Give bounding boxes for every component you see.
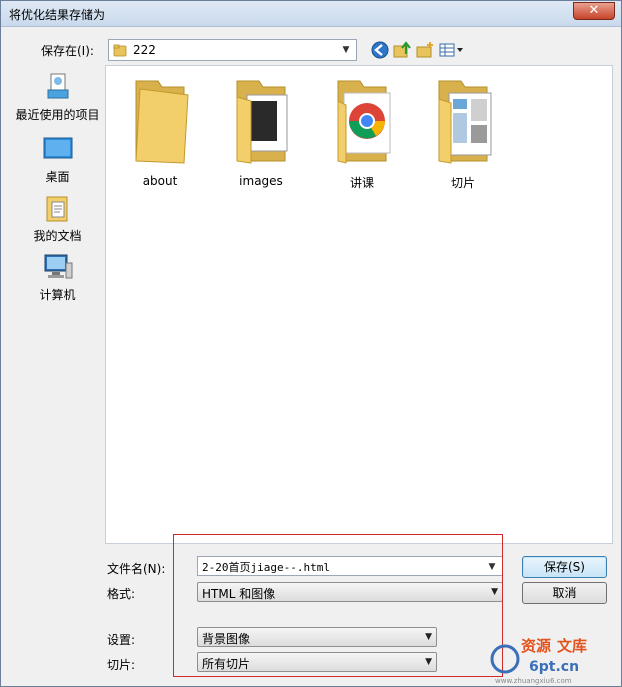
new-folder-icon (416, 42, 433, 58)
place-label: 我的文档 (33, 229, 82, 243)
file-item-images[interactable]: images (211, 71, 311, 188)
settings-label: 设置: (107, 633, 136, 647)
chevron-down-icon: ▼ (425, 657, 432, 667)
view-menu-button[interactable] (438, 40, 466, 60)
file-label: 切片 (450, 176, 475, 190)
recent-items-icon (47, 73, 68, 99)
file-item-about[interactable]: about (110, 71, 210, 188)
folder-images-icon (236, 80, 288, 164)
watermark-logo: 资源 文库 6pt.cn www.zhuangxiu6.com (490, 637, 587, 685)
place-label: 桌面 (45, 170, 70, 184)
settings-value: 背景图像 (202, 632, 251, 646)
save-in-label: 保存在(I): (41, 44, 94, 58)
chevron-down-icon: ▼ (425, 632, 432, 642)
computer-icon (44, 254, 72, 279)
close-icon: ✕ (588, 3, 600, 18)
filename-input[interactable]: 2-20首页jiage--.html ▼ (197, 556, 503, 576)
folder-icon (113, 44, 127, 57)
slices-select[interactable]: 所有切片 ▼ (197, 652, 437, 672)
save-in-value: 222 (133, 43, 156, 57)
dialog-title: 将优化结果存储为 (9, 8, 106, 22)
up-folder-icon (393, 41, 411, 58)
view-menu-icon (439, 43, 463, 57)
chevron-down-icon[interactable]: ▼ (338, 42, 354, 58)
place-label: 计算机 (39, 288, 76, 302)
place-computer[interactable]: 计算机 (10, 251, 105, 303)
format-label: 格式: (107, 587, 136, 601)
svg-text:文库: 文库 (557, 637, 587, 655)
slices-label: 切片: (107, 658, 136, 672)
save-button[interactable]: 保存(S) (522, 556, 607, 578)
file-item-lecture[interactable]: 讲课 (312, 71, 412, 191)
close-button[interactable]: ✕ (573, 2, 615, 20)
save-in-combo[interactable]: 222 ▼ (108, 39, 357, 61)
back-arrow-icon (371, 41, 389, 59)
place-desktop[interactable]: 桌面 (10, 133, 105, 185)
file-label: images (239, 174, 283, 188)
place-recent[interactable]: 最近使用的项目 (10, 71, 105, 123)
settings-select[interactable]: 背景图像 ▼ (197, 627, 437, 647)
new-folder-button[interactable] (415, 40, 435, 60)
place-documents[interactable]: 我的文档 (10, 192, 105, 244)
file-label: 讲课 (349, 176, 374, 190)
format-select[interactable]: HTML 和图像 ▼ (197, 582, 503, 602)
places-bar: 最近使用的项目 桌面 我的文档 计算机 (10, 65, 105, 682)
folder-slices-icon (438, 80, 492, 164)
svg-text:6pt.cn: 6pt.cn (529, 659, 579, 675)
slices-value: 所有切片 (202, 657, 251, 671)
back-button[interactable] (370, 40, 390, 60)
my-documents-icon (46, 196, 67, 222)
desktop-icon (43, 137, 72, 159)
save-dialog: 将优化结果存储为 ✕ 保存在(I): 222 ▼ 最近使用的项目 桌面 我的文档… (0, 0, 622, 687)
up-folder-button[interactable] (392, 40, 412, 60)
file-label: about (142, 174, 178, 188)
format-value: HTML 和图像 (202, 587, 276, 601)
svg-text:www.zhuangxiu6.com: www.zhuangxiu6.com (495, 677, 572, 685)
chevron-down-icon[interactable]: ▼ (484, 559, 500, 575)
filename-label: 文件名(N): (107, 562, 166, 576)
place-label: 最近使用的项目 (15, 108, 100, 122)
cancel-button[interactable]: 取消 (522, 582, 607, 604)
chevron-down-icon: ▼ (491, 587, 498, 597)
folder-icon (135, 80, 189, 164)
svg-text:资源: 资源 (521, 637, 551, 655)
title-bar[interactable]: 将优化结果存储为 ✕ (1, 1, 621, 27)
chrome-folder-icon (337, 80, 391, 164)
file-list: about images 讲课 切片 (105, 65, 613, 544)
file-item-slices[interactable]: 切片 (413, 71, 513, 191)
filename-value: 2-20首页jiage--.html (202, 561, 330, 574)
